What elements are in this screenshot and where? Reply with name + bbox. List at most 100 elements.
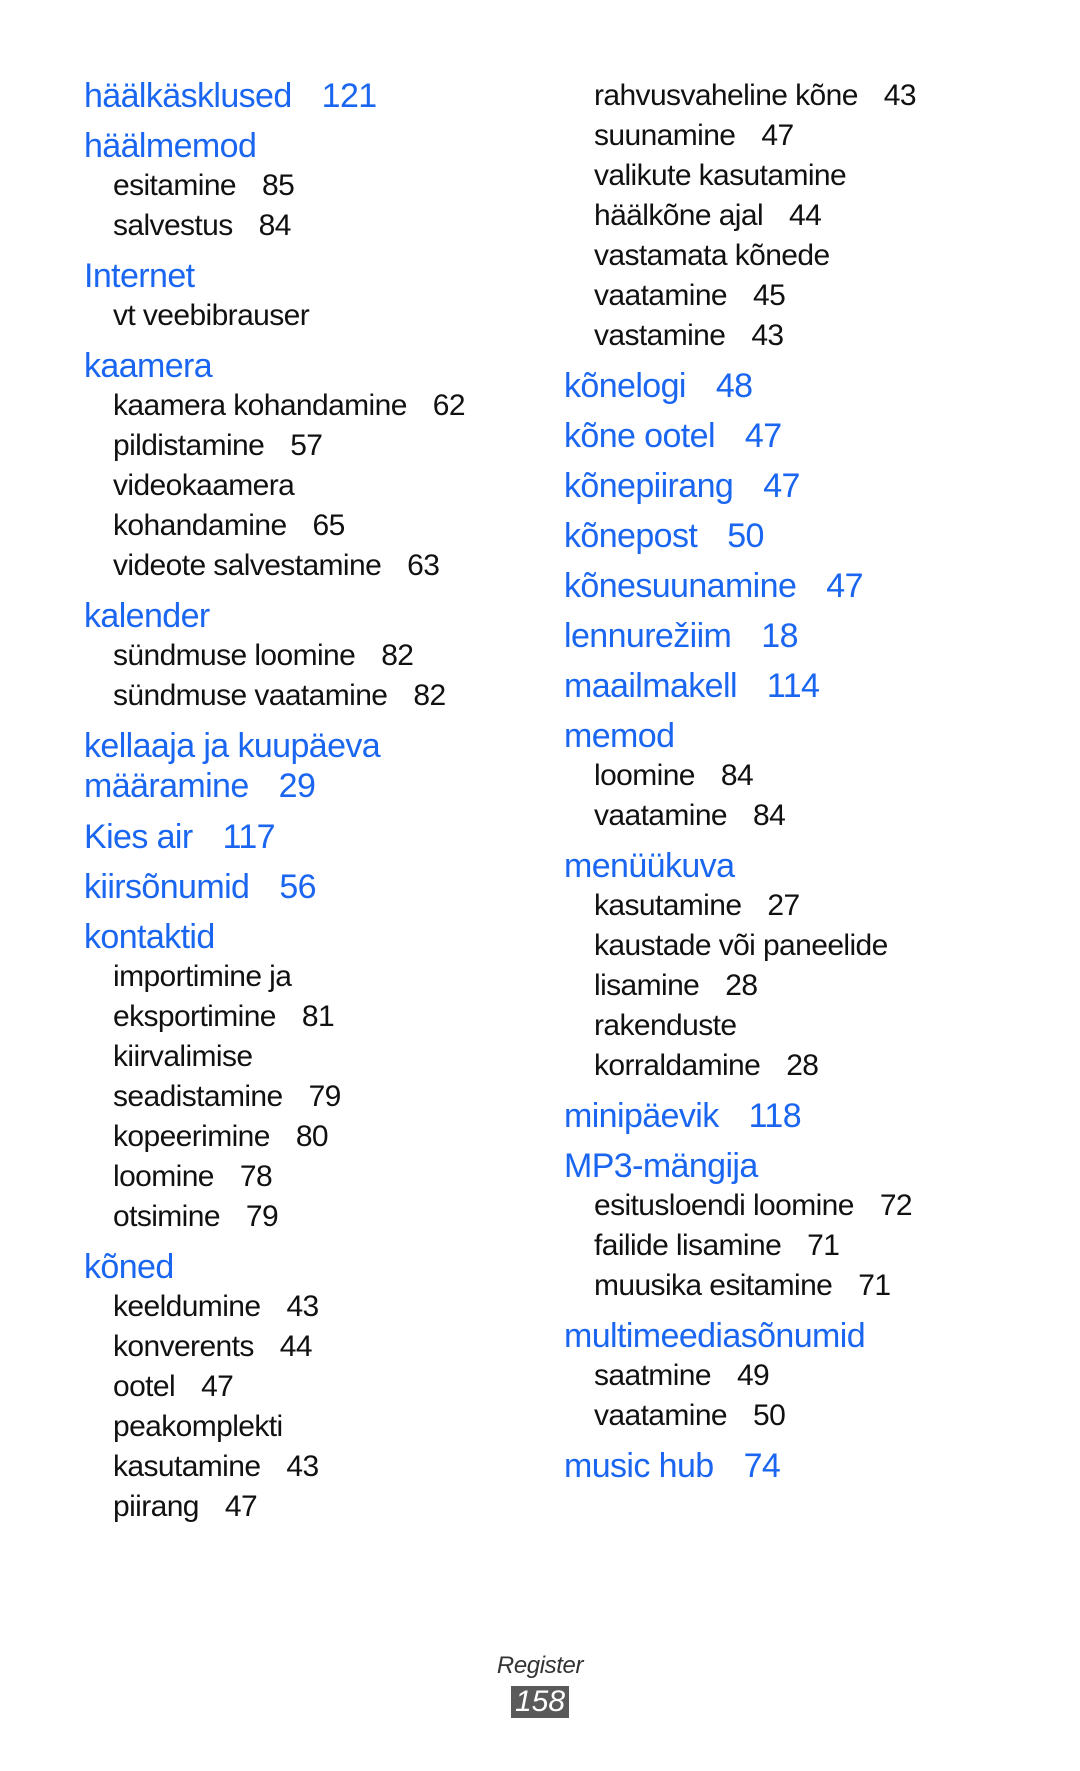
term-label: häälmemod bbox=[84, 127, 257, 165]
term-label: Kies air bbox=[84, 818, 193, 856]
page-reference[interactable]: 47 bbox=[761, 119, 794, 152]
page-reference[interactable]: 28 bbox=[725, 969, 758, 1002]
index-term-kies-air: Kies air 117 bbox=[84, 817, 524, 857]
page-reference[interactable]: 27 bbox=[767, 889, 800, 922]
term-label: kõned bbox=[84, 1248, 174, 1286]
page-reference[interactable]: 117 bbox=[223, 818, 276, 856]
page-reference[interactable]: 71 bbox=[807, 1229, 840, 1262]
page-reference[interactable]: 43 bbox=[286, 1290, 319, 1323]
page-reference[interactable]: 50 bbox=[727, 517, 764, 555]
index-term-kellaaja-ja-kuupaeva-maaramine: määramine 29 bbox=[84, 766, 524, 807]
term-label: kontaktid bbox=[84, 918, 215, 956]
index-subentry-videote-salvestamine: videote salvestamine 63 bbox=[84, 546, 524, 586]
page-reference[interactable]: 82 bbox=[413, 679, 446, 712]
page-reference[interactable]: 18 bbox=[761, 617, 798, 655]
page-reference[interactable]: 85 bbox=[262, 169, 295, 202]
page-reference[interactable]: 48 bbox=[716, 367, 753, 405]
page-reference[interactable]: 63 bbox=[407, 549, 440, 582]
page-reference[interactable]: 56 bbox=[279, 868, 316, 906]
index-subentry-salvestus: salvestus 84 bbox=[84, 206, 524, 246]
index-term-haalmemod: häälmemod bbox=[84, 126, 524, 166]
index-subentry-vastamine: vastamine 43 bbox=[564, 316, 1034, 356]
subentry-label: kaamera kohandamine bbox=[113, 389, 407, 422]
page-reference[interactable]: 78 bbox=[240, 1160, 273, 1193]
subentry-label: kasutamine bbox=[113, 1450, 261, 1483]
page-reference[interactable]: 62 bbox=[433, 389, 466, 422]
subentry-label: lisamine bbox=[594, 969, 700, 1002]
index-subentry-rakenduste-korraldamine: korraldamine 28 bbox=[564, 1046, 1034, 1086]
index-subentry-saatmine: saatmine 49 bbox=[564, 1356, 1034, 1396]
subentry-label: vaatamine bbox=[594, 1399, 728, 1432]
index-subentry-kopeerimine: kopeerimine 80 bbox=[84, 1117, 524, 1157]
index-term-kellaaja-ja-kuupaeva-maaramine: kellaaja ja kuupäeva bbox=[84, 726, 524, 766]
page-reference[interactable]: 65 bbox=[313, 509, 346, 542]
page-reference[interactable]: 47 bbox=[225, 1490, 258, 1523]
term-label: music hub bbox=[564, 1447, 714, 1485]
index-subentry-kaamera-kohandamine: kaamera kohandamine 62 bbox=[84, 386, 524, 426]
subentry-label: loomine bbox=[113, 1160, 214, 1193]
subentry-label: vastamata kõnede bbox=[594, 239, 830, 272]
index-subentry-videokaamera-kohandamine: kohandamine 65 bbox=[84, 506, 524, 546]
subentry-label: peakomplekti bbox=[113, 1410, 283, 1443]
subentry-label: kiirvalimise bbox=[113, 1040, 253, 1073]
section-title: Register bbox=[496, 1652, 584, 1679]
index-term-menuukuva: menüükuva bbox=[564, 846, 1034, 886]
subentry-label: importimine ja bbox=[113, 960, 292, 993]
page-reference[interactable]: 43 bbox=[286, 1450, 319, 1483]
subentry-label: saatmine bbox=[594, 1359, 712, 1392]
index-subentry-kiirvalimise-seadistamine: kiirvalimise bbox=[84, 1037, 524, 1077]
index-term-kontaktid: kontaktid bbox=[84, 917, 524, 957]
page-reference[interactable]: 44 bbox=[789, 199, 822, 232]
index-subentry-vaatamine: vaatamine 50 bbox=[564, 1396, 1034, 1436]
page-reference[interactable]: 43 bbox=[751, 319, 784, 352]
index-term-koned: kõned bbox=[84, 1247, 524, 1287]
page-reference[interactable]: 82 bbox=[381, 639, 414, 672]
page-reference[interactable]: 43 bbox=[884, 79, 917, 112]
page-reference[interactable]: 71 bbox=[858, 1269, 891, 1302]
subentry-label: videote salvestamine bbox=[113, 549, 382, 582]
subentry-label: korraldamine bbox=[594, 1049, 761, 1082]
page-reference[interactable]: 72 bbox=[880, 1189, 913, 1222]
page-reference[interactable]: 50 bbox=[753, 1399, 786, 1432]
index-subentry-ootel: ootel 47 bbox=[84, 1367, 524, 1407]
page-reference[interactable]: 81 bbox=[302, 1000, 335, 1033]
page-reference[interactable]: 45 bbox=[753, 279, 786, 312]
page-reference[interactable]: 121 bbox=[322, 77, 378, 115]
page-reference[interactable]: 44 bbox=[280, 1330, 313, 1363]
subentry-label: pildistamine bbox=[113, 429, 265, 462]
subentry-label: kohandamine bbox=[113, 509, 287, 542]
page-reference[interactable]: 74 bbox=[744, 1447, 781, 1485]
term-label: MP3-mängija bbox=[564, 1147, 758, 1185]
index-subentry-sundmuse-loomine: sündmuse loomine 82 bbox=[84, 636, 524, 676]
page-reference[interactable]: 79 bbox=[309, 1080, 342, 1113]
page-reference[interactable]: 28 bbox=[786, 1049, 819, 1082]
index-column-left: häälkäsklused 121 häälmemod esitamine 85 salv… bbox=[84, 76, 524, 1527]
page-reference[interactable]: 29 bbox=[279, 767, 316, 805]
page-reference[interactable]: 79 bbox=[246, 1200, 279, 1233]
subentry-label: seadistamine bbox=[113, 1080, 283, 1113]
page-reference[interactable]: 114 bbox=[767, 667, 820, 705]
page-reference[interactable]: 47 bbox=[745, 417, 782, 455]
page-reference[interactable]: 84 bbox=[259, 209, 292, 242]
page-reference[interactable]: 84 bbox=[753, 799, 786, 832]
page-reference[interactable]: 47 bbox=[826, 567, 863, 605]
index-subentry-konverents: konverents 44 bbox=[84, 1327, 524, 1367]
index-subentry-esitamine: esitamine 85 bbox=[84, 166, 524, 206]
page-reference[interactable]: 118 bbox=[749, 1097, 802, 1135]
page-reference[interactable]: 47 bbox=[201, 1370, 234, 1403]
page-reference[interactable]: 49 bbox=[737, 1359, 770, 1392]
index-subentry-vt-veebibrauser: vt veebibrauser bbox=[84, 296, 524, 336]
subentry-label: ootel bbox=[113, 1370, 176, 1403]
subentry-label: otsimine bbox=[113, 1200, 221, 1233]
subentry-label: vastamine bbox=[594, 319, 726, 352]
index-term-konesuunamine: kõnesuunamine 47 bbox=[564, 566, 1034, 606]
page-reference[interactable]: 84 bbox=[721, 759, 754, 792]
index-subentry-sundmuse-vaatamine: sündmuse vaatamine 82 bbox=[84, 676, 524, 716]
index-subentry-piirang: piirang 47 bbox=[84, 1487, 524, 1527]
index-subentry-keeldumine: keeldumine 43 bbox=[84, 1287, 524, 1327]
term-label: häälkäsklused bbox=[84, 77, 292, 115]
page-reference[interactable]: 80 bbox=[296, 1120, 329, 1153]
page-reference[interactable]: 57 bbox=[290, 429, 323, 462]
subentry-label: piirang bbox=[113, 1490, 199, 1523]
page-reference[interactable]: 47 bbox=[763, 467, 800, 505]
